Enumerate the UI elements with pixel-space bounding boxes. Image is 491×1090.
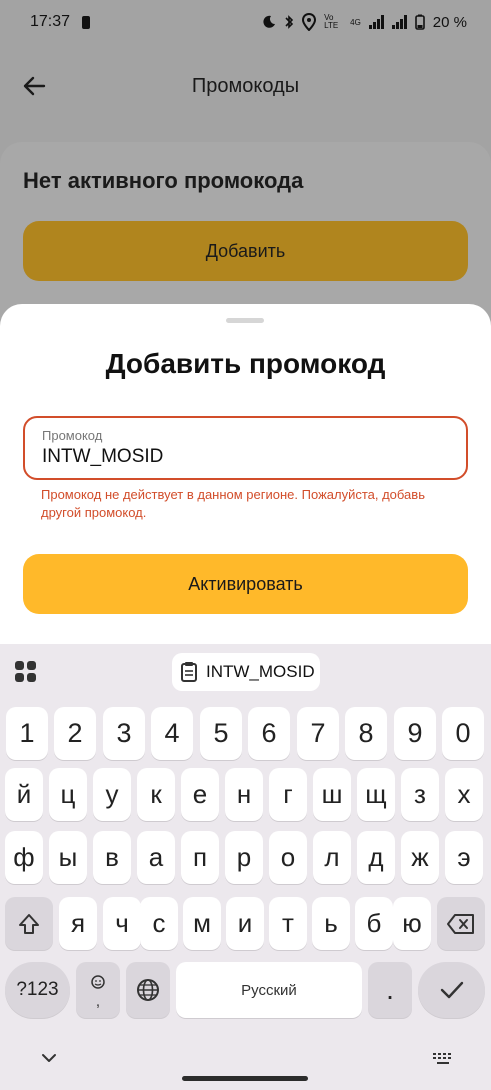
sheet-title: Добавить промокод xyxy=(105,348,386,379)
clipboard-text: INTW_MOSID xyxy=(206,662,315,681)
apps-grid-icon[interactable] xyxy=(13,659,39,685)
network-type: 4G xyxy=(350,17,361,27)
key-letter[interactable]: б xyxy=(355,897,393,950)
top-bar: Промокоды xyxy=(0,58,491,114)
no-active-promo-title: Нет активного промокода xyxy=(23,168,304,193)
add-button[interactable]: Добавить xyxy=(23,221,468,281)
key-letter[interactable]: м xyxy=(183,897,221,950)
key-letter[interactable]: п xyxy=(181,831,219,884)
key-letter[interactable]: н xyxy=(225,768,263,821)
shift-icon xyxy=(19,913,39,934)
key-letter[interactable]: с xyxy=(140,897,178,950)
chevron-down-icon[interactable] xyxy=(40,1052,58,1064)
activate-button[interactable]: Активировать xyxy=(23,554,468,614)
promo-code-field[interactable]: Промокод xyxy=(23,416,468,480)
period-key[interactable]: . xyxy=(368,962,412,1018)
background-app: 17:37 Vo LTE 4G 20 % Промокоды Нет актив… xyxy=(0,0,491,342)
key-letter[interactable]: я xyxy=(59,897,97,950)
status-icons: Vo LTE 4G 20 % xyxy=(262,13,467,31)
keyboard: INTW_MOSID 1 2 3 4 5 6 7 8 9 0 й ц у к е… xyxy=(0,644,491,1090)
promo-code-label: Промокод xyxy=(42,428,103,443)
key-1[interactable]: 1 xyxy=(6,707,48,760)
battery-percent: 20 % xyxy=(432,13,467,31)
bluetooth-icon xyxy=(285,15,294,29)
key-letter[interactable]: у xyxy=(93,768,131,821)
key-4[interactable]: 4 xyxy=(151,707,193,760)
key-letter[interactable]: й xyxy=(5,768,43,821)
key-letter[interactable]: к xyxy=(137,768,175,821)
add-promo-sheet: Добавить промокод Промокод Промокод не д… xyxy=(0,304,491,644)
symbols-key[interactable]: ?123 xyxy=(5,962,70,1018)
key-2[interactable]: 2 xyxy=(54,707,96,760)
key-letter[interactable]: ц xyxy=(49,768,87,821)
key-letter[interactable]: т xyxy=(269,897,307,950)
home-gesture-bar[interactable] xyxy=(182,1076,308,1081)
svg-text:,: , xyxy=(96,993,100,1010)
key-letter[interactable]: в xyxy=(93,831,131,884)
key-letter[interactable]: ы xyxy=(49,831,87,884)
key-letter[interactable]: ф xyxy=(5,831,43,884)
key-5[interactable]: 5 xyxy=(200,707,242,760)
page-title: Промокоды xyxy=(191,74,300,97)
keyboard-icon[interactable] xyxy=(432,1052,454,1066)
key-letter[interactable]: ь xyxy=(312,897,350,950)
moon-icon xyxy=(263,15,276,28)
shift-key[interactable] xyxy=(5,897,53,950)
battery-icon xyxy=(414,14,425,30)
key-letter[interactable]: г xyxy=(269,768,307,821)
status-time: 17:37 xyxy=(30,13,71,30)
promo-code-input[interactable] xyxy=(42,444,442,470)
status-bar: 17:37 Vo LTE 4G 20 % xyxy=(0,0,491,44)
signal-icon xyxy=(368,15,384,29)
backspace-key[interactable] xyxy=(437,897,485,950)
key-letter[interactable]: ж xyxy=(401,831,439,884)
key-letter[interactable]: э xyxy=(445,831,483,884)
enter-key[interactable] xyxy=(418,962,485,1018)
key-7[interactable]: 7 xyxy=(297,707,339,760)
key-letter[interactable]: д xyxy=(357,831,395,884)
key-8[interactable]: 8 xyxy=(345,707,387,760)
key-letter[interactable]: о xyxy=(269,831,307,884)
clipboard-icon xyxy=(181,662,197,682)
battery-saver-icon xyxy=(82,15,91,29)
key-letter[interactable]: х xyxy=(445,768,483,821)
space-key[interactable]: Русский xyxy=(176,962,362,1018)
key-9[interactable]: 9 xyxy=(394,707,436,760)
back-arrow-icon[interactable] xyxy=(20,72,48,100)
signal-icon-2 xyxy=(391,15,407,29)
key-0[interactable]: 0 xyxy=(442,707,484,760)
location-icon xyxy=(302,13,317,31)
backspace-icon xyxy=(447,913,474,934)
globe-icon xyxy=(137,979,159,1001)
key-letter[interactable]: ш xyxy=(313,768,351,821)
key-3[interactable]: 3 xyxy=(103,707,145,760)
key-letter[interactable]: е xyxy=(181,768,219,821)
system-nav-bar xyxy=(0,1040,491,1090)
emoji-key[interactable]: , xyxy=(76,962,120,1018)
sheet-drag-handle[interactable] xyxy=(226,318,264,323)
clipboard-suggestion[interactable]: INTW_MOSID xyxy=(172,653,320,691)
promo-code-error: Промокод не действует в данном регионе. … xyxy=(41,487,425,520)
key-6[interactable]: 6 xyxy=(248,707,290,760)
volte-label: Vo LTE xyxy=(324,13,339,30)
key-letter[interactable]: р xyxy=(225,831,263,884)
key-letter[interactable]: щ xyxy=(357,768,395,821)
emoji-icon: , xyxy=(91,975,105,1010)
key-letter[interactable]: ю xyxy=(393,897,431,950)
keyboard-suggestion-row: INTW_MOSID xyxy=(0,644,491,700)
key-letter[interactable]: и xyxy=(226,897,264,950)
check-icon xyxy=(440,981,463,999)
language-key[interactable] xyxy=(126,962,170,1018)
key-letter[interactable]: ч xyxy=(103,897,141,950)
key-letter[interactable]: а xyxy=(137,831,175,884)
key-letter[interactable]: л xyxy=(313,831,351,884)
key-letter[interactable]: з xyxy=(401,768,439,821)
